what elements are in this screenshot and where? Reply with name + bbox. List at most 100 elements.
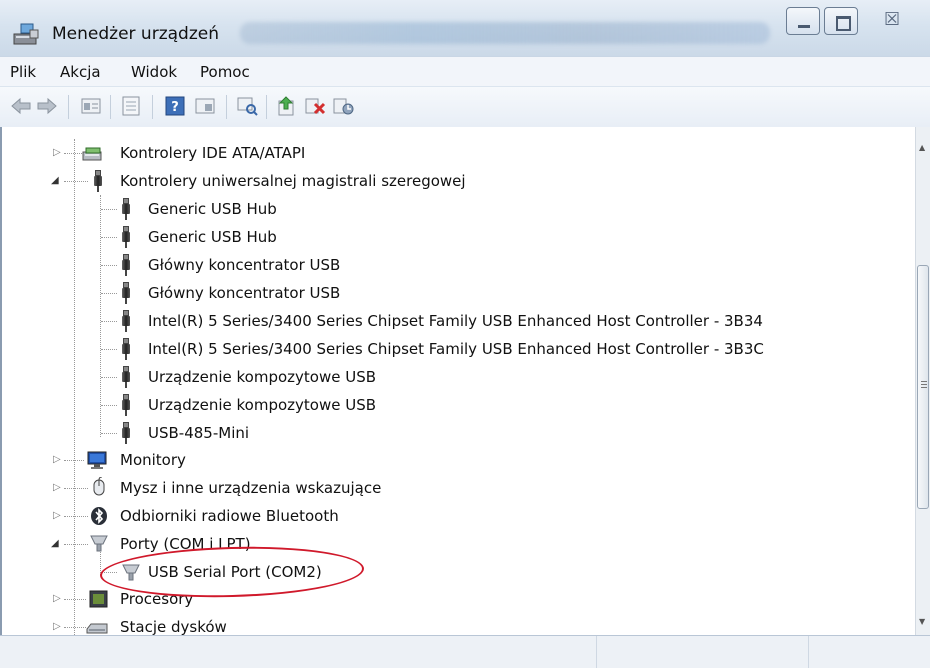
uninstall-icon[interactable] xyxy=(304,95,326,117)
maximize-button[interactable] xyxy=(824,7,858,35)
title-bar: Menedżer urządzeń ☒ xyxy=(0,0,930,56)
usb-icon xyxy=(120,282,132,304)
back-arrow-icon[interactable] xyxy=(10,95,32,117)
menu-akcja[interactable]: Akcja xyxy=(60,63,101,81)
toolbar-separator xyxy=(226,95,227,119)
expand-arrow-icon[interactable]: ▷ xyxy=(53,475,61,501)
tree-guide-line xyxy=(101,321,117,322)
tree-node-label: Główny koncentrator USB xyxy=(148,284,341,302)
menu-plik[interactable]: Plik xyxy=(10,63,36,81)
tree-guide-line xyxy=(101,377,117,378)
scroll-down-arrow-icon[interactable]: ▼ xyxy=(919,617,925,626)
view-resources-icon[interactable] xyxy=(194,95,216,117)
toolbar-separator xyxy=(266,95,267,119)
tree-node-monitors[interactable]: ▷ Monitory xyxy=(2,447,902,473)
expand-arrow-icon[interactable]: ▷ xyxy=(53,503,61,529)
tree-node-label: Monitory xyxy=(120,451,186,469)
view-icon[interactable] xyxy=(120,95,142,117)
collapse-arrow-icon[interactable]: ◢ xyxy=(51,531,59,557)
tree-node-label: USB-485-Mini xyxy=(148,424,250,442)
properties-icon[interactable] xyxy=(80,95,102,117)
tree-node-ports[interactable]: ◢ Porty (COM i LPT) xyxy=(2,531,902,557)
tree-node-generic-usb-hub[interactable]: Generic USB Hub xyxy=(2,196,902,222)
tree-node-usb-root-hub[interactable]: Główny koncentrator USB xyxy=(2,252,902,278)
tree-node-bluetooth[interactable]: ▷ Odbiorniki radiowe Bluetooth xyxy=(2,503,902,529)
expand-arrow-icon[interactable]: ▷ xyxy=(53,586,61,612)
tree-guide-line xyxy=(64,488,88,489)
help-icon[interactable]: ? xyxy=(164,95,186,117)
scrollbar-grip xyxy=(921,381,927,382)
port-icon xyxy=(90,535,108,552)
tree-node-intel-host-controller[interactable]: Intel(R) 5 Series/3400 Series Chipset Fa… xyxy=(2,308,902,334)
tree-guide-line xyxy=(101,237,117,238)
menu-widok[interactable]: Widok xyxy=(131,63,177,81)
tree-node-label: Mysz i inne urządzenia wskazujące xyxy=(120,479,382,497)
usb-icon xyxy=(120,254,132,276)
tree-node-usb-controllers[interactable]: ◢ Kontrolery uniwersalnej magistrali sze… xyxy=(2,168,902,194)
tree-node-usb-485-mini[interactable]: USB-485-Mini xyxy=(2,420,902,446)
processor-icon xyxy=(89,590,108,608)
usb-icon xyxy=(120,198,132,220)
svg-text:?: ? xyxy=(171,100,179,115)
toolbar-separator xyxy=(110,95,111,119)
tree-guide-line xyxy=(101,265,117,266)
tree-node-generic-usb-hub[interactable]: Generic USB Hub xyxy=(2,224,902,250)
tree-node-usb-composite-device[interactable]: Urządzenie kompozytowe USB xyxy=(2,364,902,390)
close-icon: ☒ xyxy=(884,9,901,30)
minimize-button[interactable] xyxy=(786,7,820,35)
expand-arrow-icon[interactable]: ▷ xyxy=(53,614,61,635)
minimize-icon xyxy=(798,25,810,28)
tree-node-label: Stacje dysków xyxy=(120,618,227,635)
collapse-arrow-icon[interactable]: ◢ xyxy=(51,168,59,194)
scroll-up-arrow-icon[interactable]: ▲ xyxy=(919,143,925,152)
menu-pomoc[interactable]: Pomoc xyxy=(200,63,250,81)
mouse-icon xyxy=(93,477,105,496)
tree-node-label: Odbiorniki radiowe Bluetooth xyxy=(120,507,339,525)
close-button[interactable]: ☒ xyxy=(866,7,918,35)
disk-drive-icon xyxy=(86,623,108,634)
tree-node-mice[interactable]: ▷ Mysz i inne urządzenia wskazujące xyxy=(2,475,902,501)
tree-node-label: Urządzenie kompozytowe USB xyxy=(148,396,377,414)
device-manager-icon xyxy=(13,23,39,45)
usb-icon xyxy=(120,338,132,360)
usb-icon xyxy=(120,366,132,388)
tree-node-label: Kontrolery uniwersalnej magistrali szere… xyxy=(120,172,466,190)
usb-icon xyxy=(120,310,132,332)
vertical-scrollbar[interactable]: ▲ ▼ xyxy=(915,127,930,635)
usb-icon xyxy=(120,394,132,416)
tree-guide-line xyxy=(101,405,117,406)
bluetooth-icon xyxy=(91,507,107,525)
toolbar-separator xyxy=(152,95,153,119)
disable-icon[interactable] xyxy=(332,95,354,117)
tree-guide-line xyxy=(64,544,88,545)
tree-node-label: Kontrolery IDE ATA/ATAPI xyxy=(120,144,306,162)
tree-node-intel-host-controller[interactable]: Intel(R) 5 Series/3400 Series Chipset Fa… xyxy=(2,336,902,362)
device-manager-window: Menedżer urządzeń ☒ Plik Akcja Widok Pom… xyxy=(0,0,930,668)
maximize-icon xyxy=(836,16,851,31)
tree-guide-line xyxy=(101,349,117,350)
tree-node-label: Intel(R) 5 Series/3400 Series Chipset Fa… xyxy=(148,340,764,358)
tree-node-label: Intel(R) 5 Series/3400 Series Chipset Fa… xyxy=(148,312,763,330)
status-separator xyxy=(596,636,597,668)
tree-guide-line xyxy=(64,516,88,517)
usb-icon xyxy=(92,170,104,192)
tree-guide-line xyxy=(64,181,88,182)
monitor-icon xyxy=(87,451,107,469)
update-driver-icon[interactable] xyxy=(276,95,298,117)
scrollbar-grip xyxy=(921,384,927,385)
menu-bar: Plik Akcja Widok Pomoc xyxy=(0,56,930,87)
scan-hardware-icon[interactable] xyxy=(236,95,258,117)
tree-node-usb-root-hub[interactable]: Główny koncentrator USB xyxy=(2,280,902,306)
tree-node-label: Generic USB Hub xyxy=(148,200,277,218)
tree-node-label: Główny koncentrator USB xyxy=(148,256,341,274)
ide-controller-icon xyxy=(82,147,102,161)
forward-arrow-icon[interactable] xyxy=(36,95,58,117)
tree-node-disk-drives[interactable]: ▷ Stacje dysków xyxy=(2,614,902,635)
expand-arrow-icon[interactable]: ▷ xyxy=(53,140,61,166)
scrollbar-grip xyxy=(921,387,927,388)
usb-icon xyxy=(120,422,132,444)
tree-node-ide-controllers[interactable]: ▷ Kontrolery IDE ATA/ATAPI xyxy=(2,140,902,166)
expand-arrow-icon[interactable]: ▷ xyxy=(53,447,61,473)
tree-node-usb-composite-device[interactable]: Urządzenie kompozytowe USB xyxy=(2,392,902,418)
scrollbar-thumb[interactable] xyxy=(917,265,929,509)
